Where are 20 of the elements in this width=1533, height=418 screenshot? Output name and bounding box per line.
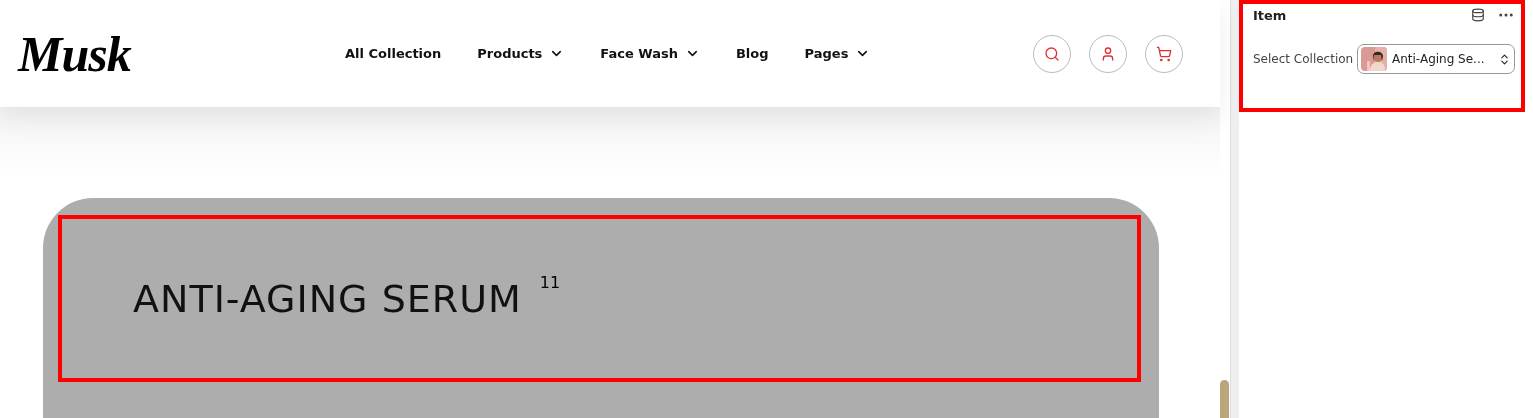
collection-select[interactable]: Anti-Aging Se... [1357,44,1515,74]
panel-title: Item [1253,7,1287,23]
person-icon [1100,45,1116,62]
search-icon [1044,45,1060,62]
nav-link[interactable]: Face Wash [600,46,700,61]
cart-button[interactable] [1145,34,1183,73]
nav-link[interactable]: Blog [735,46,769,61]
scrollbar-thumb[interactable] [1220,380,1229,418]
updown-icon [1498,52,1511,66]
search-button[interactable] [1033,34,1071,73]
nav-link[interactable]: Pages [804,46,871,61]
account-button[interactable] [1089,34,1127,73]
cart-icon [1156,45,1172,62]
nav-link[interactable]: All Collection [345,46,442,61]
logo[interactable]: Musk [18,24,345,83]
field-label: Select Collection [1253,52,1354,66]
nav-link[interactable]: Products [477,46,565,61]
hero-title: ANTI-AGING SERUM [133,276,522,321]
item-count: 11 [539,273,561,292]
database-icon[interactable] [1471,8,1485,22]
